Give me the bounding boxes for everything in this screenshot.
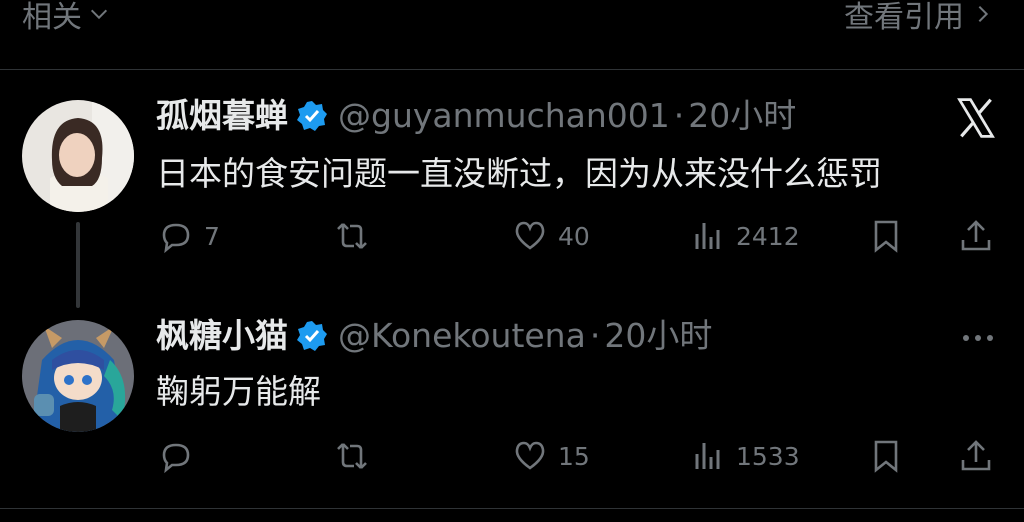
tweet-header: 枫糖小猫 @Konekoutena · 20小时 [156, 316, 712, 356]
tweet-header: 孤烟暮蝉 @guyanmuchan001 · 20小时 [156, 96, 796, 136]
share-button[interactable] [958, 218, 994, 254]
bookmark-icon [874, 220, 898, 253]
timestamp[interactable]: 20小时 [688, 96, 796, 136]
analytics-icon [695, 223, 720, 249]
related-label: 相关 [22, 0, 82, 35]
avatar-photo-icon [22, 100, 134, 212]
heart-icon [515, 441, 545, 470]
reply-count: 7 [204, 221, 220, 251]
avatar-illustration-icon [22, 320, 134, 432]
share-icon [961, 440, 991, 471]
retweet-button[interactable] [334, 438, 380, 474]
separator: · [589, 316, 601, 355]
display-name[interactable]: 枫糖小猫 [156, 316, 288, 356]
timestamp[interactable]: 20小时 [604, 316, 712, 356]
reply-button[interactable]: 7 [158, 218, 220, 254]
separator: · [673, 96, 685, 135]
avatar[interactable] [22, 320, 134, 432]
more-options-icon[interactable] [958, 318, 998, 358]
view-quotes-link[interactable]: 查看引用 [844, 0, 994, 36]
reply-button[interactable] [158, 438, 204, 474]
reply-icon [162, 443, 190, 474]
related-toggle[interactable]: 相关 [22, 0, 110, 36]
avatar[interactable] [22, 100, 134, 212]
analytics-icon [695, 443, 720, 469]
chevron-right-icon [978, 5, 989, 23]
tweet-actions: 7 40 2412 [0, 218, 1024, 258]
bookmark-button[interactable] [868, 218, 904, 254]
view-quotes-label: 查看引用 [844, 0, 964, 35]
top-bar: 相关 查看引用 [0, 0, 1024, 70]
bookmark-button[interactable] [868, 438, 904, 474]
views-button[interactable]: 2412 [690, 218, 800, 254]
heart-icon [515, 221, 545, 250]
tweet-actions: 15 1533 [0, 438, 1024, 478]
chevron-down-icon [90, 9, 108, 20]
views-button[interactable]: 1533 [690, 438, 800, 474]
divider [0, 508, 1024, 509]
share-icon [961, 220, 991, 251]
like-count: 15 [558, 441, 590, 471]
retweet-icon [337, 443, 367, 469]
tweet-text: 日本的食安问题一直没断过，因为从来没什么惩罚 [156, 154, 882, 193]
x-logo-icon [957, 98, 995, 138]
display-name[interactable]: 孤烟暮蝉 [156, 96, 288, 136]
view-count: 2412 [736, 221, 800, 251]
retweet-icon [337, 223, 367, 249]
like-count: 40 [558, 221, 590, 251]
like-button[interactable]: 15 [512, 438, 590, 474]
bookmark-icon [874, 440, 898, 473]
handle[interactable]: @guyanmuchan001 [338, 96, 670, 136]
retweet-button[interactable] [334, 218, 380, 254]
verified-badge-icon [297, 321, 327, 351]
tweet-text: 鞠躬万能解 [156, 372, 321, 411]
reply-icon [162, 223, 190, 254]
view-count: 1533 [736, 441, 800, 471]
handle[interactable]: @Konekoutena [338, 316, 586, 356]
share-button[interactable] [958, 438, 994, 474]
verified-badge-icon [297, 101, 327, 131]
like-button[interactable]: 40 [512, 218, 590, 254]
